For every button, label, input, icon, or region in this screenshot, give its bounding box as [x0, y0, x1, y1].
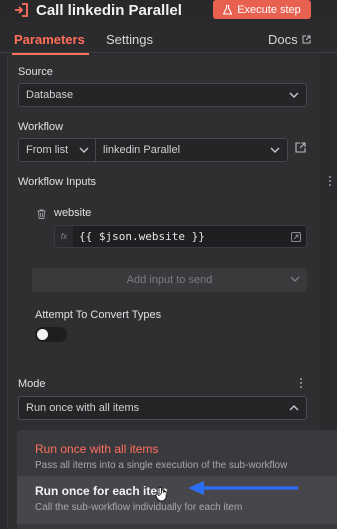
workflow-inputs-label: Workflow Inputs — [18, 176, 97, 188]
arrow-left-icon — [188, 481, 298, 495]
mode-value: Run once with all items — [26, 402, 140, 414]
chevron-down-icon — [270, 147, 280, 153]
docs-label: Docs — [268, 32, 298, 47]
execute-step-label: Execute step — [237, 3, 301, 16]
tab-docs[interactable]: Docs — [268, 32, 311, 47]
workflow-label: Workflow — [18, 121, 64, 133]
chevron-up-icon — [289, 405, 299, 411]
add-input-select[interactable]: Add input to send — [32, 268, 307, 292]
workflow-mode-value: From list — [26, 144, 69, 156]
option-description: Call the sub-workflow individually for e… — [35, 502, 243, 513]
chevron-down-icon — [79, 147, 89, 153]
mode-dropdown-menu: Run once with all items Pass all items i… — [17, 430, 337, 529]
option-description: Pass all items into a single execution o… — [35, 460, 288, 471]
trash-icon[interactable] — [37, 209, 46, 219]
chevron-down-icon — [290, 276, 300, 282]
source-select[interactable]: Database — [18, 83, 307, 107]
external-link-icon — [302, 35, 311, 44]
hand-cursor-icon — [155, 486, 167, 502]
mode-select[interactable]: Run once with all items — [18, 396, 307, 420]
tab-parameters[interactable]: Parameters — [12, 32, 89, 55]
execute-step-button[interactable]: Execute step — [213, 0, 311, 19]
open-workflow-icon[interactable] — [295, 142, 306, 153]
tab-bar: Parameters Settings Docs — [0, 27, 337, 55]
convert-types-toggle[interactable] — [35, 327, 67, 342]
add-input-placeholder: Add input to send — [126, 274, 213, 286]
sign-in-icon — [15, 3, 28, 17]
kebab-menu-icon[interactable] — [299, 377, 303, 389]
kebab-menu-icon[interactable] — [328, 175, 332, 187]
input-field-name: website — [54, 207, 92, 219]
tab-settings[interactable]: Settings — [106, 32, 153, 47]
mode-label: Mode — [18, 378, 46, 390]
node-header: Call linkedin Parallel Execute step — [0, 0, 337, 22]
chevron-down-icon — [289, 92, 299, 98]
expression-text: {{ $json.website }} — [79, 230, 205, 243]
workflow-mode-select[interactable]: From list — [18, 138, 96, 162]
convert-types-label: Attempt To Convert Types — [35, 309, 162, 321]
source-value: Database — [26, 89, 74, 101]
source-label: Source — [18, 66, 53, 78]
toggle-knob — [37, 329, 48, 340]
flask-icon — [223, 4, 233, 15]
node-title: Call linkedin Parallel — [36, 2, 182, 19]
workflow-value: linkedin Parallel — [103, 144, 181, 156]
website-expression-input[interactable]: fx {{ $json.website }} — [54, 225, 307, 248]
option-title: Run once with all items — [35, 442, 159, 456]
workflow-select[interactable]: linkedin Parallel — [95, 138, 288, 162]
option-title: Run once for each item — [35, 484, 168, 498]
expand-editor-icon[interactable] — [291, 232, 301, 242]
fx-label: fx — [55, 226, 73, 247]
